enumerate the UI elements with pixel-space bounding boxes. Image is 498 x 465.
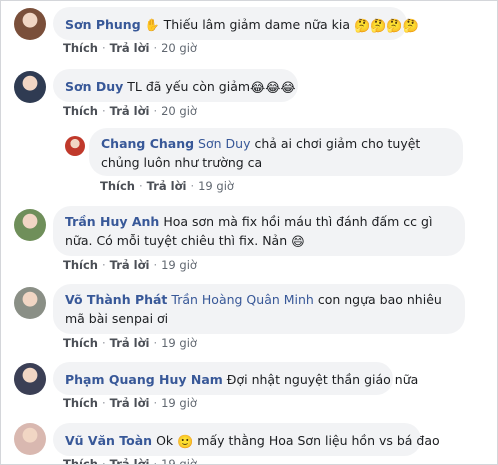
comment-time[interactable]: 19 giờ bbox=[161, 457, 197, 464]
comment-author[interactable]: Trần Huy Anh bbox=[65, 214, 159, 229]
comment-actions: Thích · Trả lời · 19 giờ bbox=[63, 258, 197, 272]
comment-bubble: Phạm Quang Huy Nam Đợi nhật nguyệt thần … bbox=[53, 362, 418, 395]
comment-bubble: Sơn Phung ✋ Thiếu lâm giảm dame nữa kia … bbox=[53, 7, 419, 40]
thinking-emoji-icon: 🤔🤔🤔🤔 bbox=[353, 19, 419, 34]
comment-bubble: Sơn Duy TL đã yếu còn giảm😂😂😂 bbox=[53, 69, 298, 102]
reply-bubble: Chang Chang Sơn Duy chả ai chơi giảm cho… bbox=[89, 128, 463, 176]
comment-time[interactable]: 19 giờ bbox=[161, 258, 197, 272]
author-badge-icon: ✋ bbox=[144, 18, 160, 32]
like-button[interactable]: Thích bbox=[100, 179, 135, 193]
smiling-emoji-icon: 🙂 bbox=[177, 435, 194, 450]
reply-button[interactable]: Trả lời bbox=[110, 258, 150, 272]
comment-actions: Thích · Trả lời · 20 giờ bbox=[63, 41, 197, 55]
comment-section: Sơn Phung ✋ Thiếu lâm giảm dame nữa kia … bbox=[0, 0, 498, 465]
comment-bubble: Trần Huy Anh Hoa sơn mà fix hồi máu thì … bbox=[53, 206, 465, 256]
comment-text: Ok bbox=[156, 433, 174, 448]
comment-actions: Thích · Trả lời · 20 giờ bbox=[63, 104, 197, 118]
mention-link[interactable]: Sơn Duy bbox=[198, 136, 250, 151]
comment-time[interactable]: 19 giờ bbox=[161, 336, 197, 350]
grinning-emoji-icon: 😄 bbox=[291, 235, 305, 250]
comment-bubble: Vũ Văn Toàn Ok 🙂 mấy thằng Hoa Sơn liệu … bbox=[53, 423, 440, 456]
comment-author[interactable]: Vũ Văn Toàn bbox=[65, 433, 152, 448]
comment-text: Thiếu lâm giảm dame nữa kia bbox=[163, 17, 350, 32]
reply-button[interactable]: Trả lời bbox=[110, 336, 150, 350]
like-button[interactable]: Thích bbox=[63, 258, 98, 272]
comment-text: Đợi nhật nguyệt thần giáo nữa bbox=[226, 372, 419, 387]
like-button[interactable]: Thích bbox=[63, 396, 98, 410]
avatar[interactable] bbox=[14, 423, 46, 455]
comment-time[interactable]: 19 giờ bbox=[161, 396, 197, 410]
comment-bubble: Võ Thành Phát Trần Hoàng Quân Minh con n… bbox=[53, 284, 465, 334]
comment-actions: Thích · Trả lời · 19 giờ bbox=[63, 457, 197, 464]
comment-actions: Thích · Trả lời · 19 giờ bbox=[63, 336, 197, 350]
reply-author[interactable]: Chang Chang bbox=[101, 136, 194, 151]
comment-text: mấy thằng Hoa Sơn liệu hồn vs bá đao bbox=[197, 433, 440, 448]
comment-author[interactable]: Võ Thành Phát bbox=[65, 292, 167, 307]
avatar[interactable] bbox=[14, 71, 46, 103]
comment-actions: Thích · Trả lời · 19 giờ bbox=[63, 396, 197, 410]
mention-link[interactable]: Trần Hoàng Quân Minh bbox=[171, 292, 313, 307]
reply-avatar[interactable] bbox=[65, 136, 85, 156]
comment-author[interactable]: Sơn Duy bbox=[65, 79, 123, 94]
comment-time[interactable]: 20 giờ bbox=[161, 104, 197, 118]
comment-author[interactable]: Phạm Quang Huy Nam bbox=[65, 372, 223, 387]
avatar[interactable] bbox=[14, 363, 46, 395]
comment-time[interactable]: 20 giờ bbox=[161, 41, 197, 55]
laughing-emoji-icon: 😂😂😂 bbox=[250, 81, 296, 96]
comment-text: TL đã yếu còn giảm bbox=[127, 79, 251, 94]
reply-actions: Thích · Trả lời · 19 giờ bbox=[100, 179, 234, 193]
comment-time[interactable]: 19 giờ bbox=[198, 179, 234, 193]
like-button[interactable]: Thích bbox=[63, 41, 98, 55]
reply-button[interactable]: Trả lời bbox=[110, 104, 150, 118]
avatar[interactable] bbox=[14, 209, 46, 241]
reply-button[interactable]: Trả lời bbox=[110, 41, 150, 55]
like-button[interactable]: Thích bbox=[63, 336, 98, 350]
like-button[interactable]: Thích bbox=[63, 104, 98, 118]
reply-button[interactable]: Trả lời bbox=[110, 396, 150, 410]
like-button[interactable]: Thích bbox=[63, 457, 98, 464]
comment-author[interactable]: Sơn Phung bbox=[65, 17, 141, 32]
avatar[interactable] bbox=[14, 287, 46, 319]
reply-button[interactable]: Trả lời bbox=[110, 457, 150, 464]
avatar[interactable] bbox=[14, 8, 46, 40]
reply-button[interactable]: Trả lời bbox=[147, 179, 187, 193]
